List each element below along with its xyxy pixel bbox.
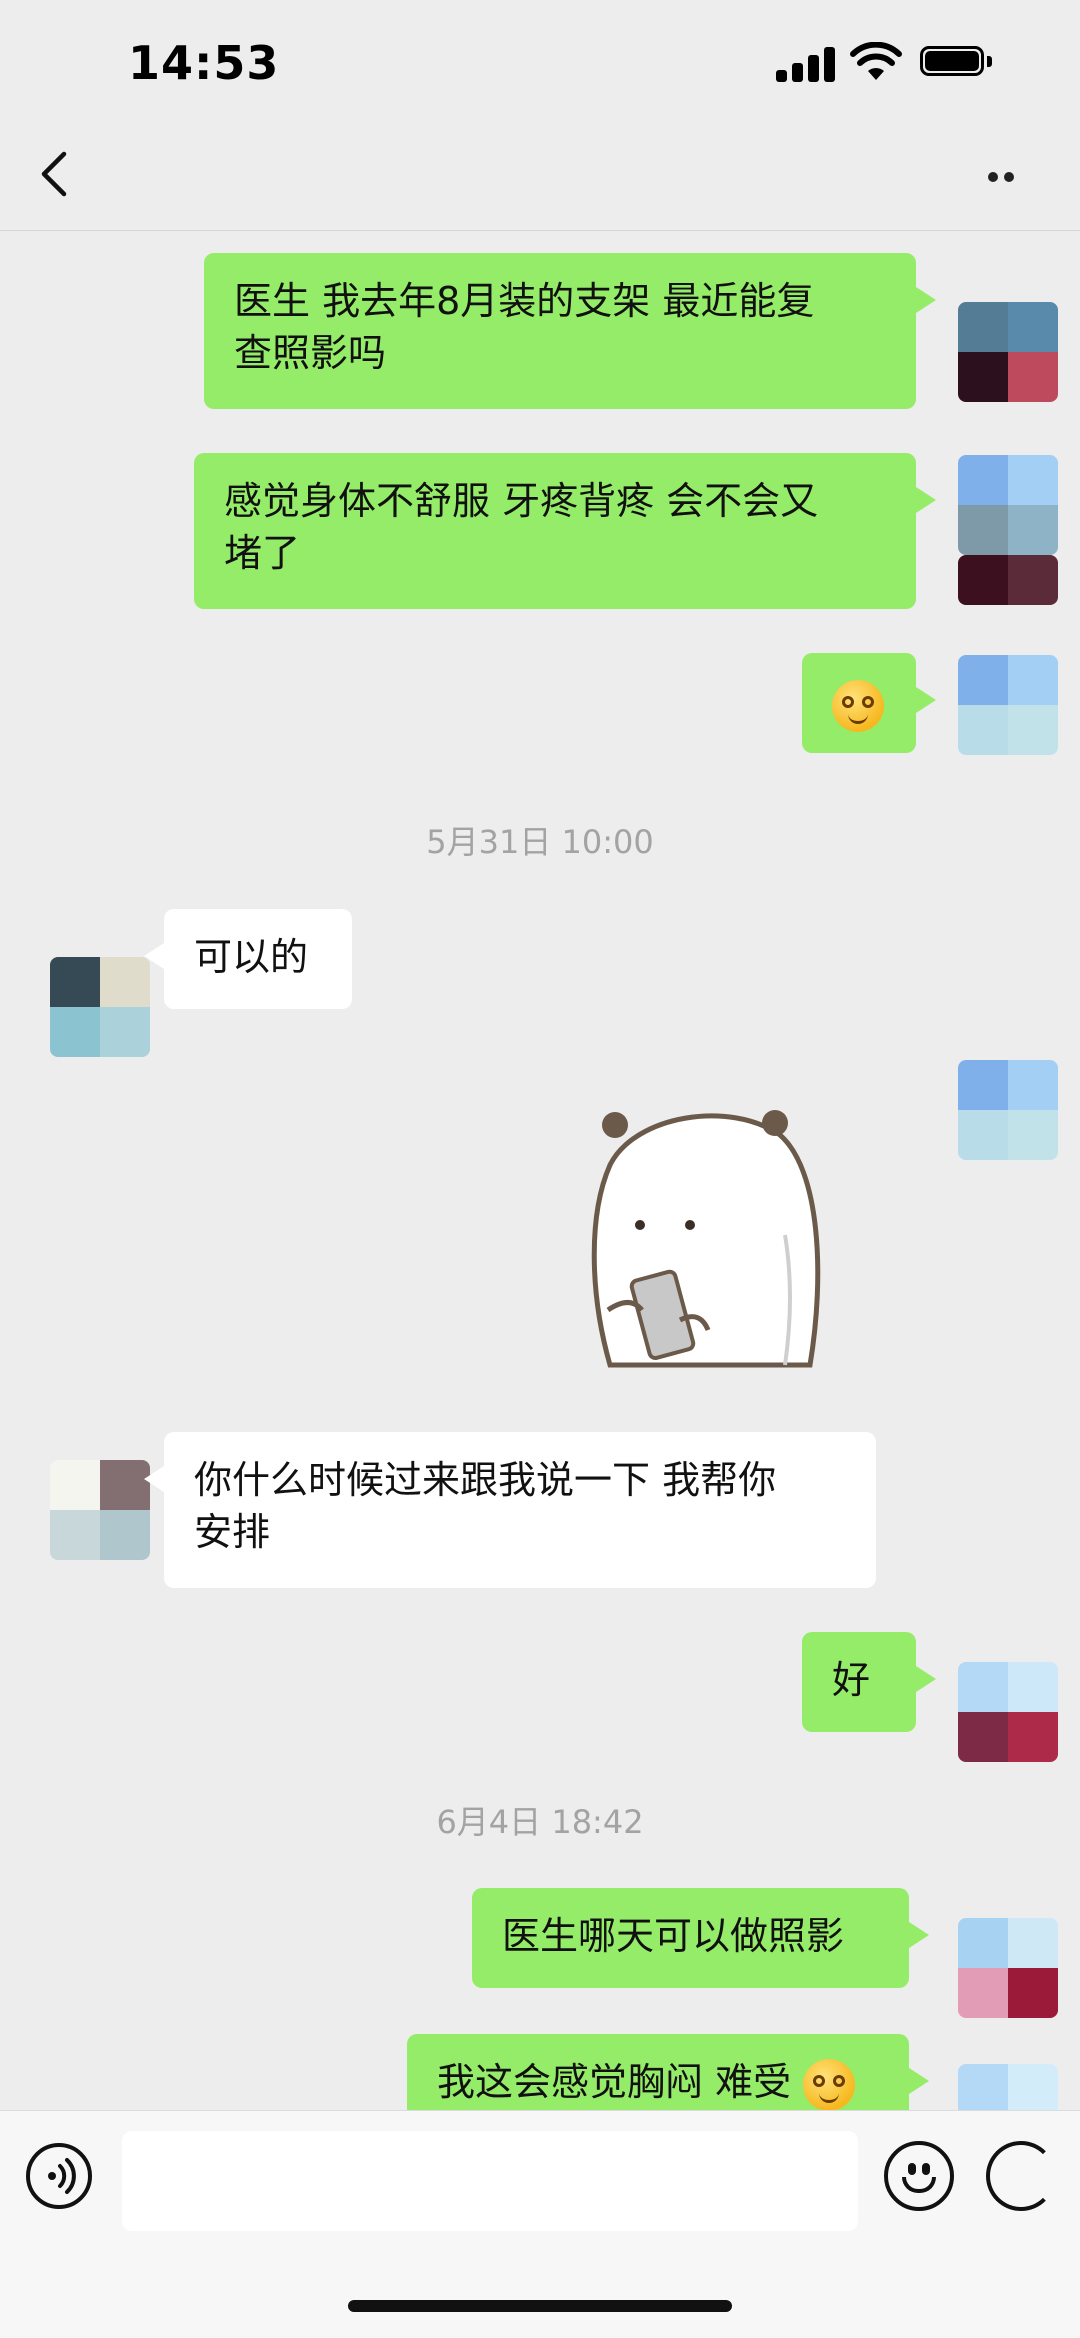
more-options-icon[interactable] bbox=[972, 160, 1032, 200]
back-chevron-icon[interactable] bbox=[30, 144, 80, 204]
voice-input-icon[interactable] bbox=[26, 2143, 92, 2209]
message-bubble-outgoing[interactable]: 感觉身体不舒服 牙疼背疼 会不会又 堵了 bbox=[194, 453, 936, 609]
message-bubble-outgoing[interactable]: 医生 我去年8月装的支架 最近能复 查照影吗 bbox=[204, 253, 936, 409]
message-text-input[interactable] bbox=[122, 2131, 858, 2231]
status-bar: 14:53 bbox=[0, 0, 1080, 120]
message-line: 查照影吗 bbox=[234, 331, 387, 375]
message-bubble-outgoing[interactable]: 医生哪天可以做照影 bbox=[472, 1888, 929, 1988]
home-indicator[interactable] bbox=[348, 2300, 732, 2312]
message-bubble-outgoing[interactable]: 我这会感觉胸闷 难受 bbox=[407, 2034, 929, 2110]
self-avatar[interactable] bbox=[958, 555, 1058, 605]
emoji-picker-icon[interactable] bbox=[884, 2141, 954, 2211]
smile-emoji-icon bbox=[803, 2058, 856, 2110]
message-line: 好 bbox=[832, 1658, 871, 1702]
nav-bar bbox=[0, 120, 1080, 231]
status-time: 14:53 bbox=[128, 36, 280, 90]
self-avatar[interactable] bbox=[958, 655, 1058, 755]
message-bubble-outgoing[interactable] bbox=[802, 653, 936, 753]
message-bubble-outgoing[interactable]: 好 bbox=[802, 1632, 936, 1732]
chat-message-list[interactable]: 医生 我去年8月装的支架 最近能复 查照影吗 感觉身体不舒服 牙疼背疼 会不会又… bbox=[0, 230, 1080, 2110]
contact-avatar[interactable] bbox=[50, 957, 150, 1057]
message-line: 医生哪天可以做照影 bbox=[502, 1914, 845, 1958]
message-line: 堵了 bbox=[224, 531, 301, 575]
self-avatar[interactable] bbox=[958, 302, 1058, 402]
cellular-signal-icon bbox=[776, 46, 836, 82]
message-timestamp: 6月4日 18:42 bbox=[436, 1803, 644, 1841]
smile-emoji-icon bbox=[832, 679, 884, 732]
message-line: 医生 我去年8月装的支架 最近能复 bbox=[234, 279, 815, 323]
self-avatar[interactable] bbox=[958, 455, 1058, 555]
battery-icon bbox=[920, 46, 996, 80]
self-avatar[interactable] bbox=[958, 1918, 1058, 2018]
message-line: 可以的 bbox=[194, 935, 309, 979]
more-actions-icon[interactable] bbox=[986, 2141, 1056, 2211]
message-line: 感觉身体不舒服 牙疼背疼 会不会又 bbox=[224, 479, 819, 523]
message-line: 我这会感觉胸闷 难受 bbox=[437, 2060, 792, 2104]
bear-with-phone-sticker[interactable] bbox=[580, 1095, 830, 1375]
message-line: 你什么时候过来跟我说一下 我帮你 bbox=[194, 1458, 777, 1502]
self-avatar[interactable] bbox=[958, 1060, 1058, 1160]
message-line: 安排 bbox=[194, 1510, 271, 1554]
self-avatar[interactable] bbox=[958, 2064, 1058, 2110]
contact-avatar[interactable] bbox=[50, 1460, 150, 1560]
message-bubble-incoming[interactable]: 可以的 bbox=[144, 909, 352, 1009]
message-timestamp: 5月31日 10:00 bbox=[426, 823, 654, 861]
message-bubble-incoming[interactable]: 你什么时候过来跟我说一下 我帮你 安排 bbox=[144, 1432, 876, 1588]
self-avatar[interactable] bbox=[958, 1662, 1058, 1762]
wifi-icon bbox=[850, 42, 902, 80]
